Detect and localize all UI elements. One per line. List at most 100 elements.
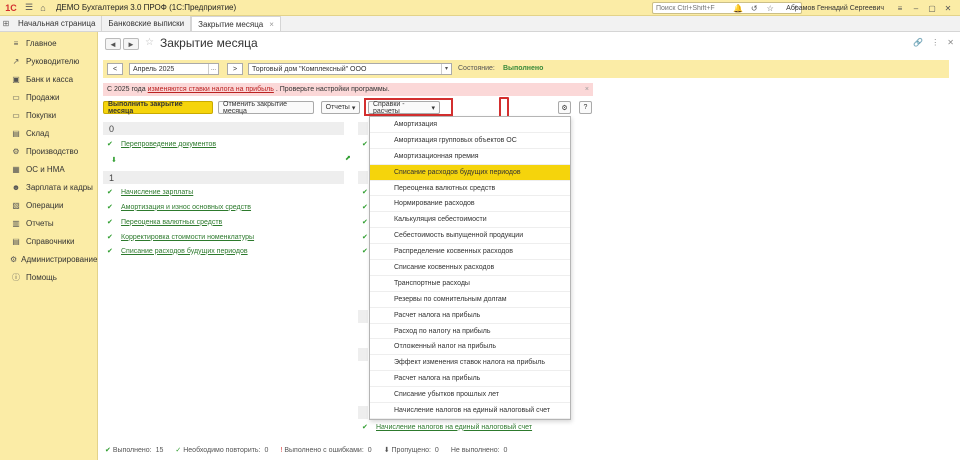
status-notdone: Не выполнено: 0 — [451, 447, 508, 454]
status-value: 0 — [503, 446, 508, 454]
close-warning-icon[interactable]: × — [585, 86, 589, 93]
dropdown-menu-item[interactable]: Нормирование расходов — [370, 196, 570, 213]
minimize-icon[interactable]: – — [910, 4, 922, 13]
back-button[interactable]: ◄ — [105, 38, 121, 50]
sidebar-item-main[interactable]: ≡ Главное — [0, 34, 97, 52]
sidebar-item-bank[interactable]: ▣ Банк и касса — [0, 70, 97, 88]
favorite-star-icon[interactable]: ☆ — [145, 37, 154, 48]
state-value: Выполнено — [503, 65, 544, 72]
dropdown-menu-item[interactable]: Амортизация — [370, 117, 570, 133]
menu-icon[interactable]: ☰ — [22, 0, 36, 16]
operation-link[interactable]: Списание расходов будущих периодов — [121, 248, 248, 255]
sidebar-item-purchases[interactable]: ▭ Покупки — [0, 106, 97, 124]
dropdown-menu-item[interactable]: Себестоимость выпущенной продукции — [370, 228, 570, 245]
operation-link[interactable]: Корректировка стоимости номенклатуры — [121, 234, 254, 241]
tab-month-close[interactable]: Закрытие месяца × — [191, 16, 281, 31]
dropdown-menu-item[interactable]: Транспортные расходы — [370, 276, 570, 292]
close-tab-icon[interactable]: × — [269, 20, 274, 29]
status-label: Пропущено: — [391, 446, 431, 454]
forward-button[interactable]: ► — [123, 38, 139, 50]
sidebar-item-directories[interactable]: ▤ Справочники — [0, 232, 97, 250]
prev-period-button[interactable]: < — [107, 63, 123, 75]
sidebar-item-label: Зарплата и кадры — [26, 182, 93, 192]
arrow-down-icon: ⬇ — [111, 157, 117, 164]
execute-close-button[interactable]: Выполнить закрытие месяца — [103, 101, 213, 115]
bell-icon[interactable]: 🔔 — [732, 4, 744, 13]
dropdown-menu-item[interactable]: Списание косвенных расходов — [370, 260, 570, 276]
status-value: 0 — [264, 446, 269, 454]
reports-label: Отчеты — [325, 104, 350, 111]
sidebar-item-label: Склад — [26, 128, 50, 138]
dropdown-menu-item[interactable]: Отложенный налог на прибыль — [370, 339, 570, 356]
more-icon[interactable]: ⋮ — [931, 38, 939, 47]
star-icon[interactable]: ☆ — [764, 4, 776, 13]
sidebar-item-assets[interactable]: ▦ ОС и НМА — [0, 160, 97, 178]
dropdown-menu-item[interactable]: Амортизация групповых объектов ОС — [370, 133, 570, 149]
dropdown-menu-item[interactable]: Калькуляция себестоимости — [370, 212, 570, 229]
home-icon[interactable]: ⌂ — [36, 0, 50, 16]
dropdown-menu-item[interactable]: Списание убытков прошлых лет — [370, 387, 570, 404]
operation-link[interactable]: Перепроведение документов — [121, 141, 216, 148]
operation-row[interactable]: ✔ Переоценка валютных средств — [107, 218, 222, 227]
settings-button[interactable]: ⚙ — [558, 101, 571, 114]
chevron-down-icon: ▾ — [351, 104, 356, 112]
history-icon[interactable]: ↺ — [748, 4, 760, 13]
period-select-button[interactable]: ... — [208, 64, 218, 74]
dropdown-menu-item[interactable]: Эффект изменения ставок налога на прибыл… — [370, 355, 570, 372]
organization-field[interactable]: Торговый дом "Комплексный" ООО ▾ — [248, 63, 452, 75]
dropdown-menu-item[interactable]: Расход по налогу на прибыль — [370, 324, 570, 340]
params-panel: < Апрель 2025 ... > Торговый дом "Компле… — [103, 60, 949, 78]
warning-link[interactable]: изменяются ставки налога на прибыль — [148, 86, 274, 93]
link-icon[interactable]: 🔗 — [913, 38, 923, 47]
operation-row[interactable]: ✔ Начисление зарплаты — [107, 188, 193, 197]
settings-icon[interactable]: ≡ — [894, 4, 906, 13]
operation-row[interactable]: ✔ Начисление налогов на единый налоговый … — [362, 423, 532, 432]
operation-row[interactable]: ✔ Перепроведение документов — [107, 140, 216, 149]
close-icon[interactable]: ✕ — [942, 4, 954, 13]
sidebar-item-admin[interactable]: ⚙ Администрирование — [0, 250, 97, 268]
period-field[interactable]: Апрель 2025 ... — [129, 63, 219, 75]
chevron-down-icon[interactable]: ▾ — [441, 64, 451, 74]
stages-left-column: 0 ✔ Перепроведение документов ⬇ 1 ✔ Начисл… — [103, 120, 344, 445]
dropdown-menu-item[interactable]: Резервы по сомнительным долгам — [370, 292, 570, 308]
maximize-icon[interactable]: ▢ — [926, 4, 938, 13]
operation-link[interactable]: Переоценка валютных средств — [121, 219, 222, 226]
dropdown-menu-item[interactable]: Распределение косвенных расходов — [370, 244, 570, 261]
stage-number: 0 — [103, 122, 344, 135]
status-label: Выполнено с ошибками: — [284, 446, 364, 454]
operation-row[interactable]: ✔ Списание расходов будущих периодов — [107, 247, 248, 256]
sidebar-item-manager[interactable]: ↗ Руководителю — [0, 52, 97, 70]
sidebar-item-sales[interactable]: ▭ Продажи — [0, 88, 97, 106]
page-title: Закрытие месяца — [160, 36, 258, 50]
dropdown-menu-item[interactable]: Начисление налогов на единый налоговый с… — [370, 403, 570, 419]
operation-row[interactable]: ✔ Амортизация и износ основных средств — [107, 203, 251, 212]
sidebar-item-label: Отчеты — [26, 218, 54, 228]
sidebar-item-reports[interactable]: ▥ Отчеты — [0, 214, 97, 232]
sidebar-item-label: Помощь — [26, 272, 57, 282]
operation-row[interactable]: ✔ Корректировка стоимости номенклатуры — [107, 233, 254, 242]
cancel-close-button[interactable]: Отменить закрытие месяца — [218, 101, 314, 115]
reports-button[interactable]: Отчеты ▾ — [321, 101, 360, 114]
dropdown-menu-item[interactable]: Расчет налога на прибыль — [370, 308, 570, 324]
sidebar-item-label: ОС и НМА — [26, 164, 65, 174]
operation-link[interactable]: Начисление зарплаты — [121, 189, 193, 196]
operation-link[interactable]: Амортизация и износ основных средств — [121, 204, 251, 211]
dropdown-menu-item[interactable]: Переоценка валютных средств — [370, 181, 570, 197]
check-icon: ✔ — [362, 424, 368, 431]
tab-home[interactable]: Начальная страница — [12, 16, 103, 31]
grid-icon[interactable]: ⊞ — [0, 15, 12, 31]
dropdown-menu-item[interactable]: Амортизационная премия — [370, 149, 570, 165]
help-button[interactable]: ? — [579, 101, 592, 114]
user-name[interactable]: Абрамов Геннадий Сергеевич — [786, 5, 884, 12]
sidebar-item-operations[interactable]: ▧ Операции — [0, 196, 97, 214]
sidebar-item-help[interactable]: ⓘ Помощь — [0, 268, 97, 286]
close-form-icon[interactable]: ✕ — [947, 38, 954, 47]
next-period-button[interactable]: > — [227, 63, 243, 75]
dropdown-menu-item[interactable]: Расчет налога на прибыль — [370, 371, 570, 388]
sidebar-item-production[interactable]: ⚙ Производство — [0, 142, 97, 160]
sidebar-item-salary[interactable]: ☻ Зарплата и кадры — [0, 178, 97, 196]
sidebar-item-warehouse[interactable]: ▤ Склад — [0, 124, 97, 142]
dropdown-menu-item[interactable]: Списание расходов будущих периодов — [370, 164, 570, 181]
operation-link[interactable]: Начисление налогов на единый налоговый с… — [376, 424, 532, 431]
tab-bank-statements[interactable]: Банковские выписки — [102, 16, 192, 31]
